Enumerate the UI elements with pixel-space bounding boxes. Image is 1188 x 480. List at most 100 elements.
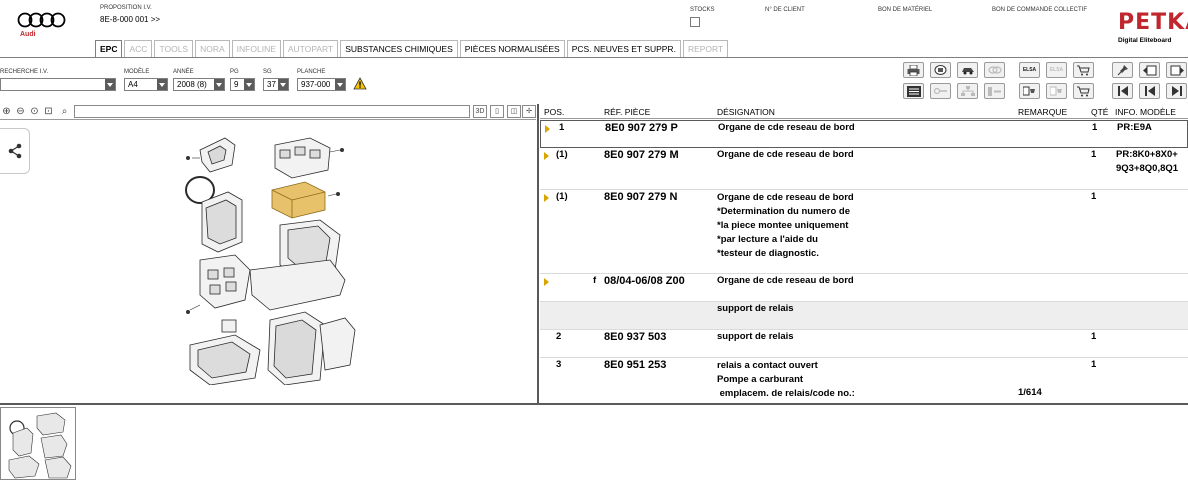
col-designation[interactable]: DÉSIGNATION (717, 107, 775, 117)
remove-button[interactable] (984, 83, 1005, 99)
expand-triangle-icon[interactable] (545, 125, 550, 133)
elsa-button[interactable]: ELSA (1019, 62, 1040, 78)
designation-cell: Organe de cde reseau de bord *Determinat… (717, 191, 854, 261)
proposition-link[interactable]: 8E-8-000 001 >> (100, 15, 160, 24)
warning-icon[interactable] (353, 77, 367, 90)
col-part-ref[interactable]: RÉF. PIÈCE (604, 107, 650, 117)
view-3d-button[interactable]: 3D (473, 105, 487, 118)
elsa-disabled-button[interactable]: ELSA (1046, 62, 1067, 78)
diagram-search-field[interactable] (74, 105, 470, 118)
model-value: A4 (128, 80, 138, 89)
dropdown-arrow-icon[interactable] (335, 79, 345, 90)
dropdown-arrow-icon[interactable] (214, 79, 224, 90)
share-button[interactable] (0, 128, 30, 174)
book-next-button[interactable] (1166, 62, 1187, 78)
client-number-label: N° DE CLIENT (765, 7, 805, 13)
part-number-cell: 8E0 907 279 P (605, 122, 678, 134)
first-page-button[interactable] (1112, 83, 1133, 99)
panel-divider-horizontal[interactable] (0, 403, 1188, 405)
year-label: ANNÉE (173, 69, 194, 75)
part-number-cell: 8E0 907 279 M (604, 149, 679, 161)
tab-report[interactable]: REPORT (682, 40, 729, 57)
year-select[interactable]: 2008 (8) (173, 78, 225, 91)
layout-icon[interactable]: ◫ (507, 105, 521, 118)
expand-triangle-icon[interactable] (544, 194, 549, 202)
stocks-label: STOCKS (690, 7, 715, 13)
table-row[interactable]: 1 8E0 907 279 P Organe de cde reseau de … (540, 120, 1188, 148)
tab-chemical-substances[interactable]: SUBSTANCES CHIMIQUES (340, 40, 458, 57)
zoom-in-icon[interactable]: ⊕ (0, 105, 13, 118)
tab-autopart[interactable]: AUTOPART (282, 40, 339, 57)
hierarchy-button[interactable] (957, 83, 978, 99)
vin-search-field[interactable] (0, 78, 116, 91)
split-view-icon[interactable]: ▯ (490, 105, 504, 118)
col-model-info[interactable]: INFO. MODÈLE (1115, 107, 1176, 117)
previous-page-button[interactable] (1139, 83, 1160, 99)
dropdown-arrow-icon[interactable] (157, 79, 167, 90)
list-view-button[interactable] (903, 83, 924, 99)
book-back-icon (1142, 65, 1156, 75)
table-row[interactable]: (1) 8E0 907 279 M Organe de cde reseau d… (540, 148, 1188, 190)
expand-triangle-icon[interactable] (544, 278, 549, 286)
list-cart-disabled-button[interactable] (1046, 83, 1067, 99)
list-cart-button[interactable] (1019, 83, 1040, 99)
col-qty[interactable]: QTÉ (1091, 107, 1108, 117)
col-remark[interactable]: REMARQUE (1018, 107, 1067, 117)
tab-infoline[interactable]: INFOLINE (231, 40, 281, 57)
sg-select[interactable]: 37 (263, 78, 289, 91)
col-pos[interactable]: POS. (544, 107, 564, 117)
dropdown-arrow-icon[interactable] (278, 79, 288, 90)
share-icon (8, 143, 21, 159)
catalog-button[interactable] (930, 62, 951, 78)
move-icon[interactable]: ✢ (522, 105, 536, 118)
elsa-label: ELSA (1022, 67, 1037, 73)
book-prev-button[interactable] (1139, 62, 1160, 78)
dropdown-arrow-icon[interactable] (244, 79, 254, 90)
panel-divider-vertical[interactable] (537, 104, 539, 404)
model-label: MODÈLE (124, 69, 150, 75)
cart-button[interactable] (1073, 62, 1094, 78)
diagram-thumbnail[interactable] (0, 407, 76, 480)
printer-icon (907, 64, 920, 76)
print-button[interactable] (903, 62, 924, 78)
zoom-fit-icon[interactable]: ⊙ (28, 105, 41, 118)
model-info-cell: PR:8K0+8X0+ (1116, 149, 1178, 160)
part-number-cell: 8E0 937 503 (604, 331, 667, 343)
add-to-cart-button[interactable] (1073, 83, 1094, 99)
table-row[interactable]: (1) 8E0 907 279 N Organe de cde reseau d… (540, 190, 1188, 274)
car-icon (961, 68, 974, 75)
zoom-area-icon[interactable]: ⊡ (42, 105, 55, 118)
zoom-out-icon[interactable]: ⊖ (14, 105, 27, 118)
tab-new-removed-parts[interactable]: PCS. NEUVES ET SUPPR. (566, 40, 681, 57)
tab-nora[interactable]: NORA (195, 40, 230, 57)
board-label: PLANCHE (297, 69, 326, 75)
dropdown-arrow-icon[interactable] (105, 79, 115, 90)
table-row[interactable]: 3 8E0 951 253 relais a contact ouvert Po… (540, 358, 1188, 403)
board-select[interactable]: 937-000 (297, 78, 346, 91)
next-page-button[interactable] (1166, 83, 1187, 99)
stocks-checkbox[interactable] (690, 17, 700, 27)
unlink-button[interactable] (984, 62, 1005, 78)
parts-exploded-diagram[interactable] (180, 130, 360, 385)
tab-tools[interactable]: TOOLS (154, 40, 194, 57)
tab-standard-parts[interactable]: PIÈCES NORMALISÉES (459, 40, 565, 57)
key-button[interactable] (930, 83, 951, 99)
tab-acc[interactable]: ACC (124, 40, 153, 57)
pg-label: PG (230, 69, 239, 75)
designation-line: *par lecture a l'aide du (717, 234, 818, 245)
pg-select[interactable]: 9 (230, 78, 255, 91)
key-icon (933, 87, 947, 95)
tab-epc[interactable]: EPC (95, 40, 123, 58)
vehicle-button[interactable] (957, 62, 978, 78)
pin-button[interactable] (1112, 62, 1133, 78)
model-select[interactable]: A4 (124, 78, 168, 91)
designation-cell: Organe de cde reseau de bord (717, 149, 854, 160)
year-value: 2008 (8) (177, 80, 207, 89)
search-icon[interactable]: ⌕ (58, 105, 71, 118)
designation-line: relais a contact ouvert (717, 360, 818, 371)
table-row[interactable]: f 08/04-06/08 Z00 Organe de cde reseau d… (540, 274, 1188, 302)
table-row[interactable]: 2 8E0 937 503 support de relais 1 (540, 330, 1188, 358)
table-row[interactable]: support de relais (540, 302, 1188, 330)
proposition-label: PROPOSITION I.V. (100, 5, 152, 11)
expand-triangle-icon[interactable] (544, 152, 549, 160)
